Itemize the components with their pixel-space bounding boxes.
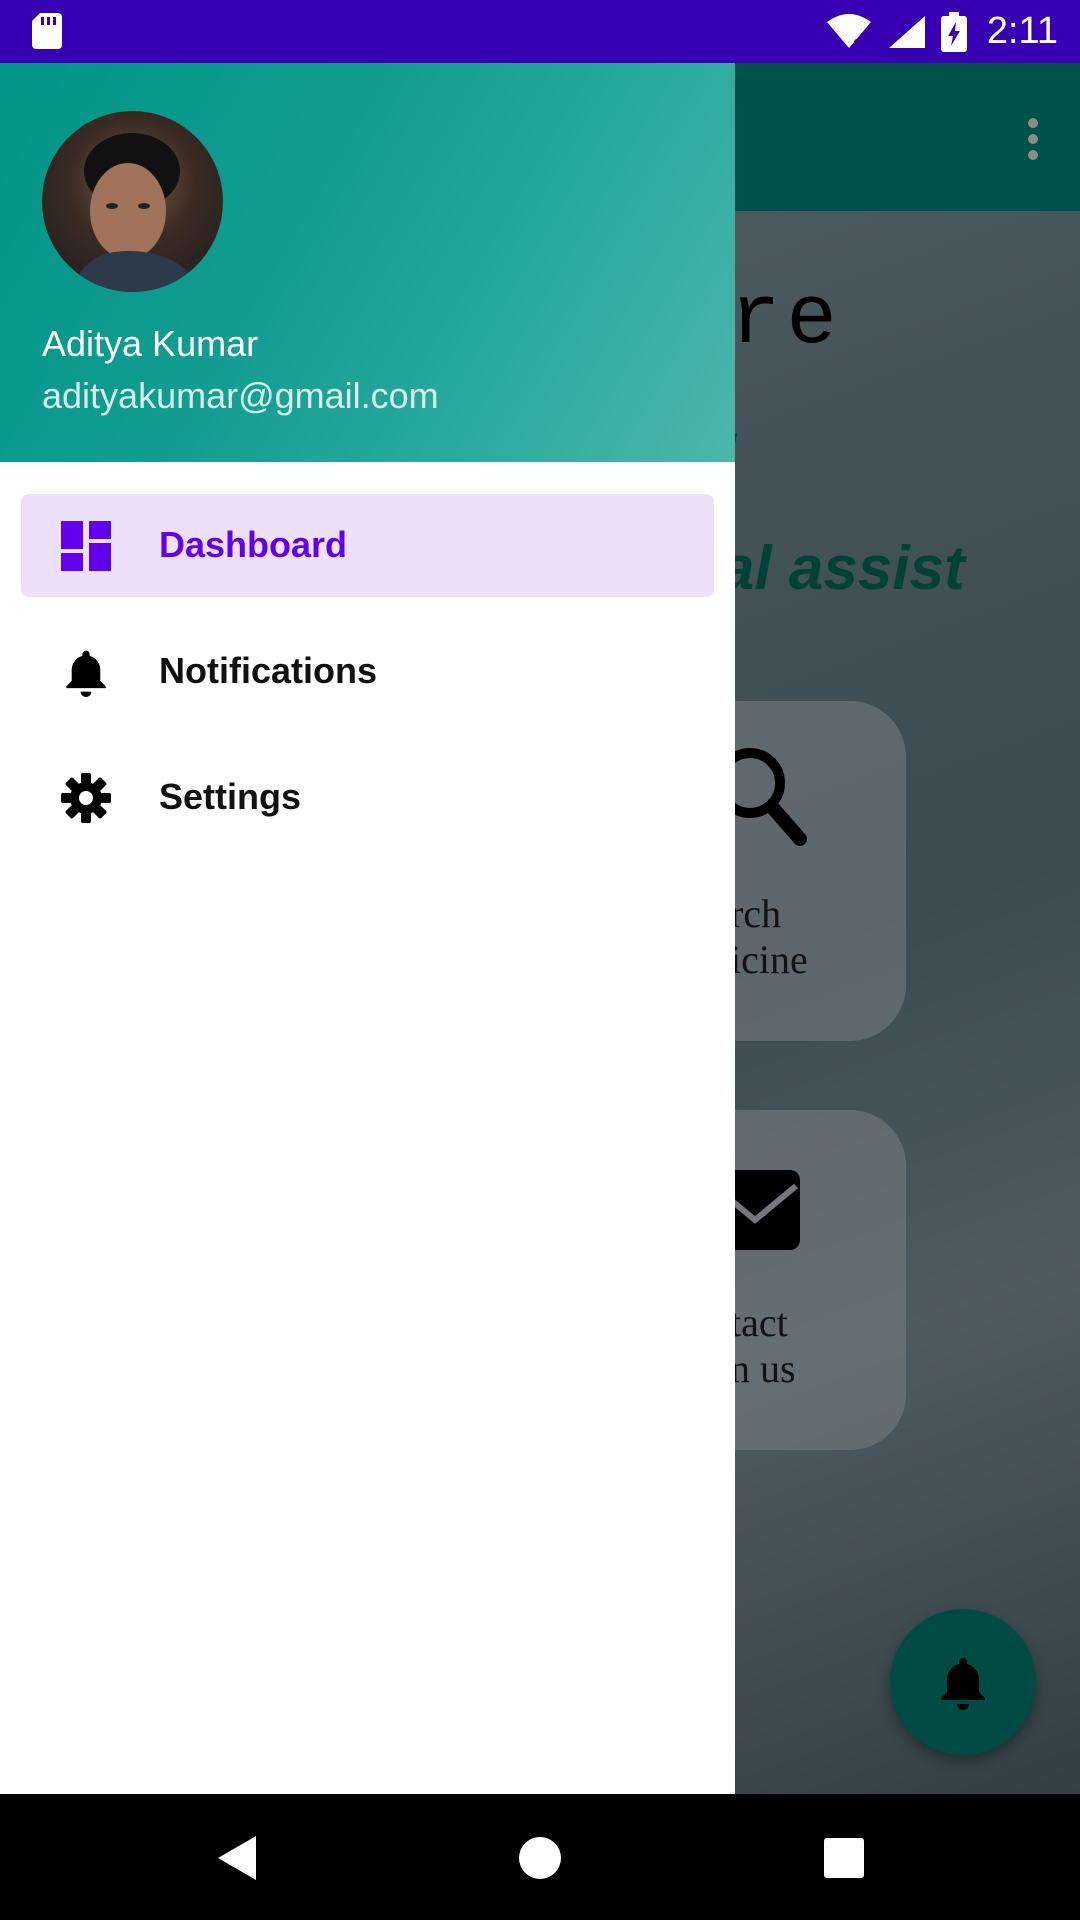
signal-icon: [888, 15, 925, 48]
back-icon[interactable]: [214, 1834, 258, 1882]
battery-charging-icon: [940, 11, 967, 52]
status-time: 2:11: [986, 10, 1058, 52]
gear-icon: [61, 773, 111, 823]
sd-card-icon: [32, 13, 62, 49]
avatar-photo: [72, 133, 202, 292]
avatar[interactable]: [42, 111, 223, 292]
recents-icon[interactable]: [824, 1838, 864, 1878]
dashboard-icon: [61, 521, 111, 571]
menu-item-label: Notifications: [159, 650, 378, 691]
menu-item-dashboard[interactable]: Dashboard: [21, 494, 714, 597]
wifi-icon: [826, 13, 871, 50]
menu-item-notifications[interactable]: Notifications: [21, 620, 714, 723]
system-nav-bar: [0, 1794, 1080, 1920]
menu-item-label: Dashboard: [159, 524, 348, 565]
user-email: adityakumar@gmail.com: [42, 375, 439, 416]
drawer-header: Aditya Kumar adityakumar@gmail.com: [0, 63, 735, 462]
menu-item-label: Settings: [159, 776, 302, 817]
navigation-drawer: Aditya Kumar adityakumar@gmail.com Dashb…: [0, 63, 735, 1794]
status-bar: 2:11: [0, 0, 1080, 63]
user-name: Aditya Kumar: [42, 323, 259, 364]
bell-icon: [66, 650, 106, 697]
menu-item-settings[interactable]: Settings: [21, 746, 714, 849]
home-icon[interactable]: [518, 1836, 562, 1880]
